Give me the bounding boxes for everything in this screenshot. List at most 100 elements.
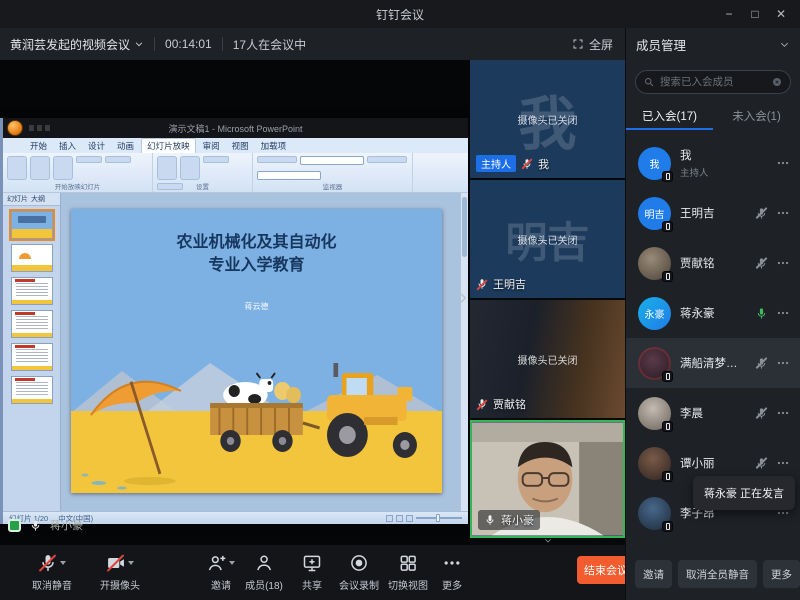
ribbon-button[interactable] bbox=[157, 156, 177, 180]
phone-badge-icon bbox=[662, 221, 673, 232]
ribbon-button[interactable] bbox=[76, 156, 102, 163]
more-icon[interactable] bbox=[776, 456, 790, 470]
collapse-panel-button[interactable] bbox=[456, 288, 470, 308]
member-row-manchuanqingmeng[interactable]: 满船清梦压... bbox=[626, 338, 800, 388]
more-icon[interactable] bbox=[776, 156, 790, 170]
caret-icon[interactable] bbox=[60, 561, 66, 565]
maximize-button[interactable]: □ bbox=[742, 7, 768, 21]
chevron-down-icon[interactable] bbox=[779, 39, 790, 50]
ribbon-button[interactable] bbox=[30, 156, 50, 180]
slide-thumbnail-3[interactable] bbox=[11, 277, 53, 305]
meeting-title-dropdown[interactable]: 黄润芸发起的视频会议 bbox=[10, 36, 144, 53]
invite-button-panel[interactable]: 邀请 bbox=[635, 560, 672, 588]
tab-not-joined[interactable]: 未入会(1) bbox=[713, 104, 800, 130]
ppt-zoom-controls[interactable] bbox=[386, 515, 462, 522]
ribbon-button[interactable] bbox=[105, 156, 131, 163]
slide-thumbnail-1[interactable] bbox=[11, 211, 53, 239]
avatar bbox=[638, 497, 671, 530]
ribbon-group-setup[interactable]: 设置 bbox=[153, 153, 253, 192]
member-row-wangmingji[interactable]: 明吉 王明吉 bbox=[626, 188, 800, 238]
member-search-box[interactable] bbox=[635, 70, 791, 94]
person-icon bbox=[254, 553, 274, 573]
ppt-tab-view[interactable]: 视图 bbox=[227, 139, 254, 153]
camera-on-button[interactable]: 开摄像头 bbox=[100, 553, 140, 592]
ribbon-button[interactable] bbox=[367, 156, 407, 163]
tiles-scroll-down-button[interactable] bbox=[470, 536, 625, 545]
more-icon[interactable] bbox=[776, 256, 790, 270]
office-button[interactable] bbox=[7, 120, 23, 136]
fullscreen-button[interactable]: 全屏 bbox=[572, 28, 613, 60]
panel-tab-outline[interactable]: 大纲 bbox=[31, 194, 45, 204]
mic-icon bbox=[29, 519, 42, 532]
member-row-lichen[interactable]: 李晨 bbox=[626, 388, 800, 438]
ppt-scrollbar[interactable] bbox=[460, 193, 468, 511]
mic-muted-icon bbox=[38, 553, 58, 573]
share-screen-icon bbox=[302, 553, 322, 573]
mic-muted-icon bbox=[476, 398, 488, 410]
ppt-tab-design[interactable]: 设计 bbox=[83, 139, 110, 153]
unmute-all-button[interactable]: 取消全员静音 bbox=[678, 560, 757, 588]
search-icon bbox=[643, 76, 655, 88]
member-row-me[interactable]: 我 我 主持人 bbox=[626, 138, 800, 188]
ppt-tab-review[interactable]: 审阅 bbox=[198, 139, 225, 153]
video-tile-jiaxianming[interactable]: 摄像头已关闭 贾献铭 bbox=[470, 300, 625, 418]
slide-thumbnail-5[interactable] bbox=[11, 343, 53, 371]
record-icon bbox=[349, 553, 369, 573]
more-icon[interactable] bbox=[776, 206, 790, 220]
video-tile-jiangxiaohao-active[interactable]: 蒋小豪 bbox=[470, 420, 625, 538]
more-icon[interactable] bbox=[776, 406, 790, 420]
tab-joined[interactable]: 已入会(17) bbox=[626, 104, 713, 130]
quick-access-toolbar[interactable] bbox=[29, 125, 63, 131]
sharing-status-icon bbox=[8, 519, 21, 532]
ppt-tab-addins[interactable]: 加载项 bbox=[256, 139, 292, 153]
caret-icon[interactable] bbox=[128, 561, 134, 565]
slide-thumbnail-4[interactable] bbox=[11, 310, 53, 338]
members-button[interactable]: 成员(18) bbox=[245, 553, 283, 592]
member-row-jiaxianming[interactable]: 贾献铭 bbox=[626, 238, 800, 288]
ribbon-group-start-slideshow[interactable]: 开始放映幻灯片 bbox=[3, 153, 153, 192]
ribbon-group-monitors[interactable]: 监视器 bbox=[253, 153, 413, 192]
video-tile-wangmingji[interactable]: 明吉 摄像头已关闭 王明吉 bbox=[470, 180, 625, 298]
mic-active-icon bbox=[755, 307, 768, 320]
ppt-tab-home[interactable]: 开始 bbox=[25, 139, 52, 153]
slide-thumbnail-2[interactable] bbox=[11, 244, 53, 272]
more-button[interactable]: 更多 bbox=[442, 553, 462, 592]
meeting-toolbar: 取消静音 开摄像头 邀请 成员(18) 共享 会议录制 切换视图 更多 结束会议 bbox=[0, 545, 625, 600]
phone-badge-icon bbox=[662, 171, 673, 182]
tile-name: 蒋小豪 bbox=[501, 512, 534, 528]
ppt-tab-insert[interactable]: 插入 bbox=[54, 139, 81, 153]
slide-thumbnail-6[interactable] bbox=[11, 376, 53, 404]
invite-button[interactable]: 邀请 bbox=[207, 553, 235, 592]
ribbon-button[interactable] bbox=[53, 156, 73, 180]
phone-badge-icon bbox=[662, 421, 673, 432]
more-button-panel[interactable]: 更多 bbox=[763, 560, 800, 588]
avatar bbox=[638, 447, 671, 480]
avatar bbox=[638, 347, 671, 380]
ppt-slide-area: 农业机械化及其自动化 专业入学教育 蒋云德 bbox=[61, 193, 468, 511]
minimize-button[interactable]: − bbox=[716, 7, 742, 21]
more-icon[interactable] bbox=[776, 356, 790, 370]
ribbon-button[interactable] bbox=[7, 156, 27, 180]
participant-count: 17人在会议中 bbox=[233, 36, 306, 53]
close-button[interactable]: ✕ bbox=[768, 7, 794, 21]
search-input[interactable] bbox=[660, 76, 766, 88]
member-row-jiangyonghao[interactable]: 永豪 蒋永豪 bbox=[626, 288, 800, 338]
caret-icon[interactable] bbox=[229, 561, 235, 565]
video-tile-me[interactable]: 我 摄像头已关闭 主持人 我 bbox=[470, 60, 625, 178]
share-button[interactable]: 共享 bbox=[302, 553, 322, 592]
resolution-dropdown[interactable] bbox=[300, 156, 364, 165]
panel-tab-slides[interactable]: 幻灯片 bbox=[7, 194, 28, 204]
more-icon[interactable] bbox=[776, 306, 790, 320]
slide-title: 农业机械化及其自动化 专业入学教育 bbox=[71, 231, 442, 277]
record-button[interactable]: 会议录制 bbox=[339, 553, 379, 592]
switch-view-button[interactable]: 切换视图 bbox=[388, 553, 428, 592]
clear-search-icon[interactable] bbox=[771, 76, 783, 88]
unmute-button[interactable]: 取消静音 bbox=[32, 553, 72, 592]
ribbon-button[interactable] bbox=[257, 156, 297, 163]
ribbon-button[interactable] bbox=[203, 156, 229, 163]
ribbon-input[interactable] bbox=[257, 171, 321, 180]
ppt-tab-slideshow[interactable]: 幻灯片放映 bbox=[141, 138, 196, 153]
ppt-tab-animation[interactable]: 动画 bbox=[112, 139, 139, 153]
ribbon-button[interactable] bbox=[180, 156, 200, 180]
mic-active-icon bbox=[484, 514, 496, 526]
